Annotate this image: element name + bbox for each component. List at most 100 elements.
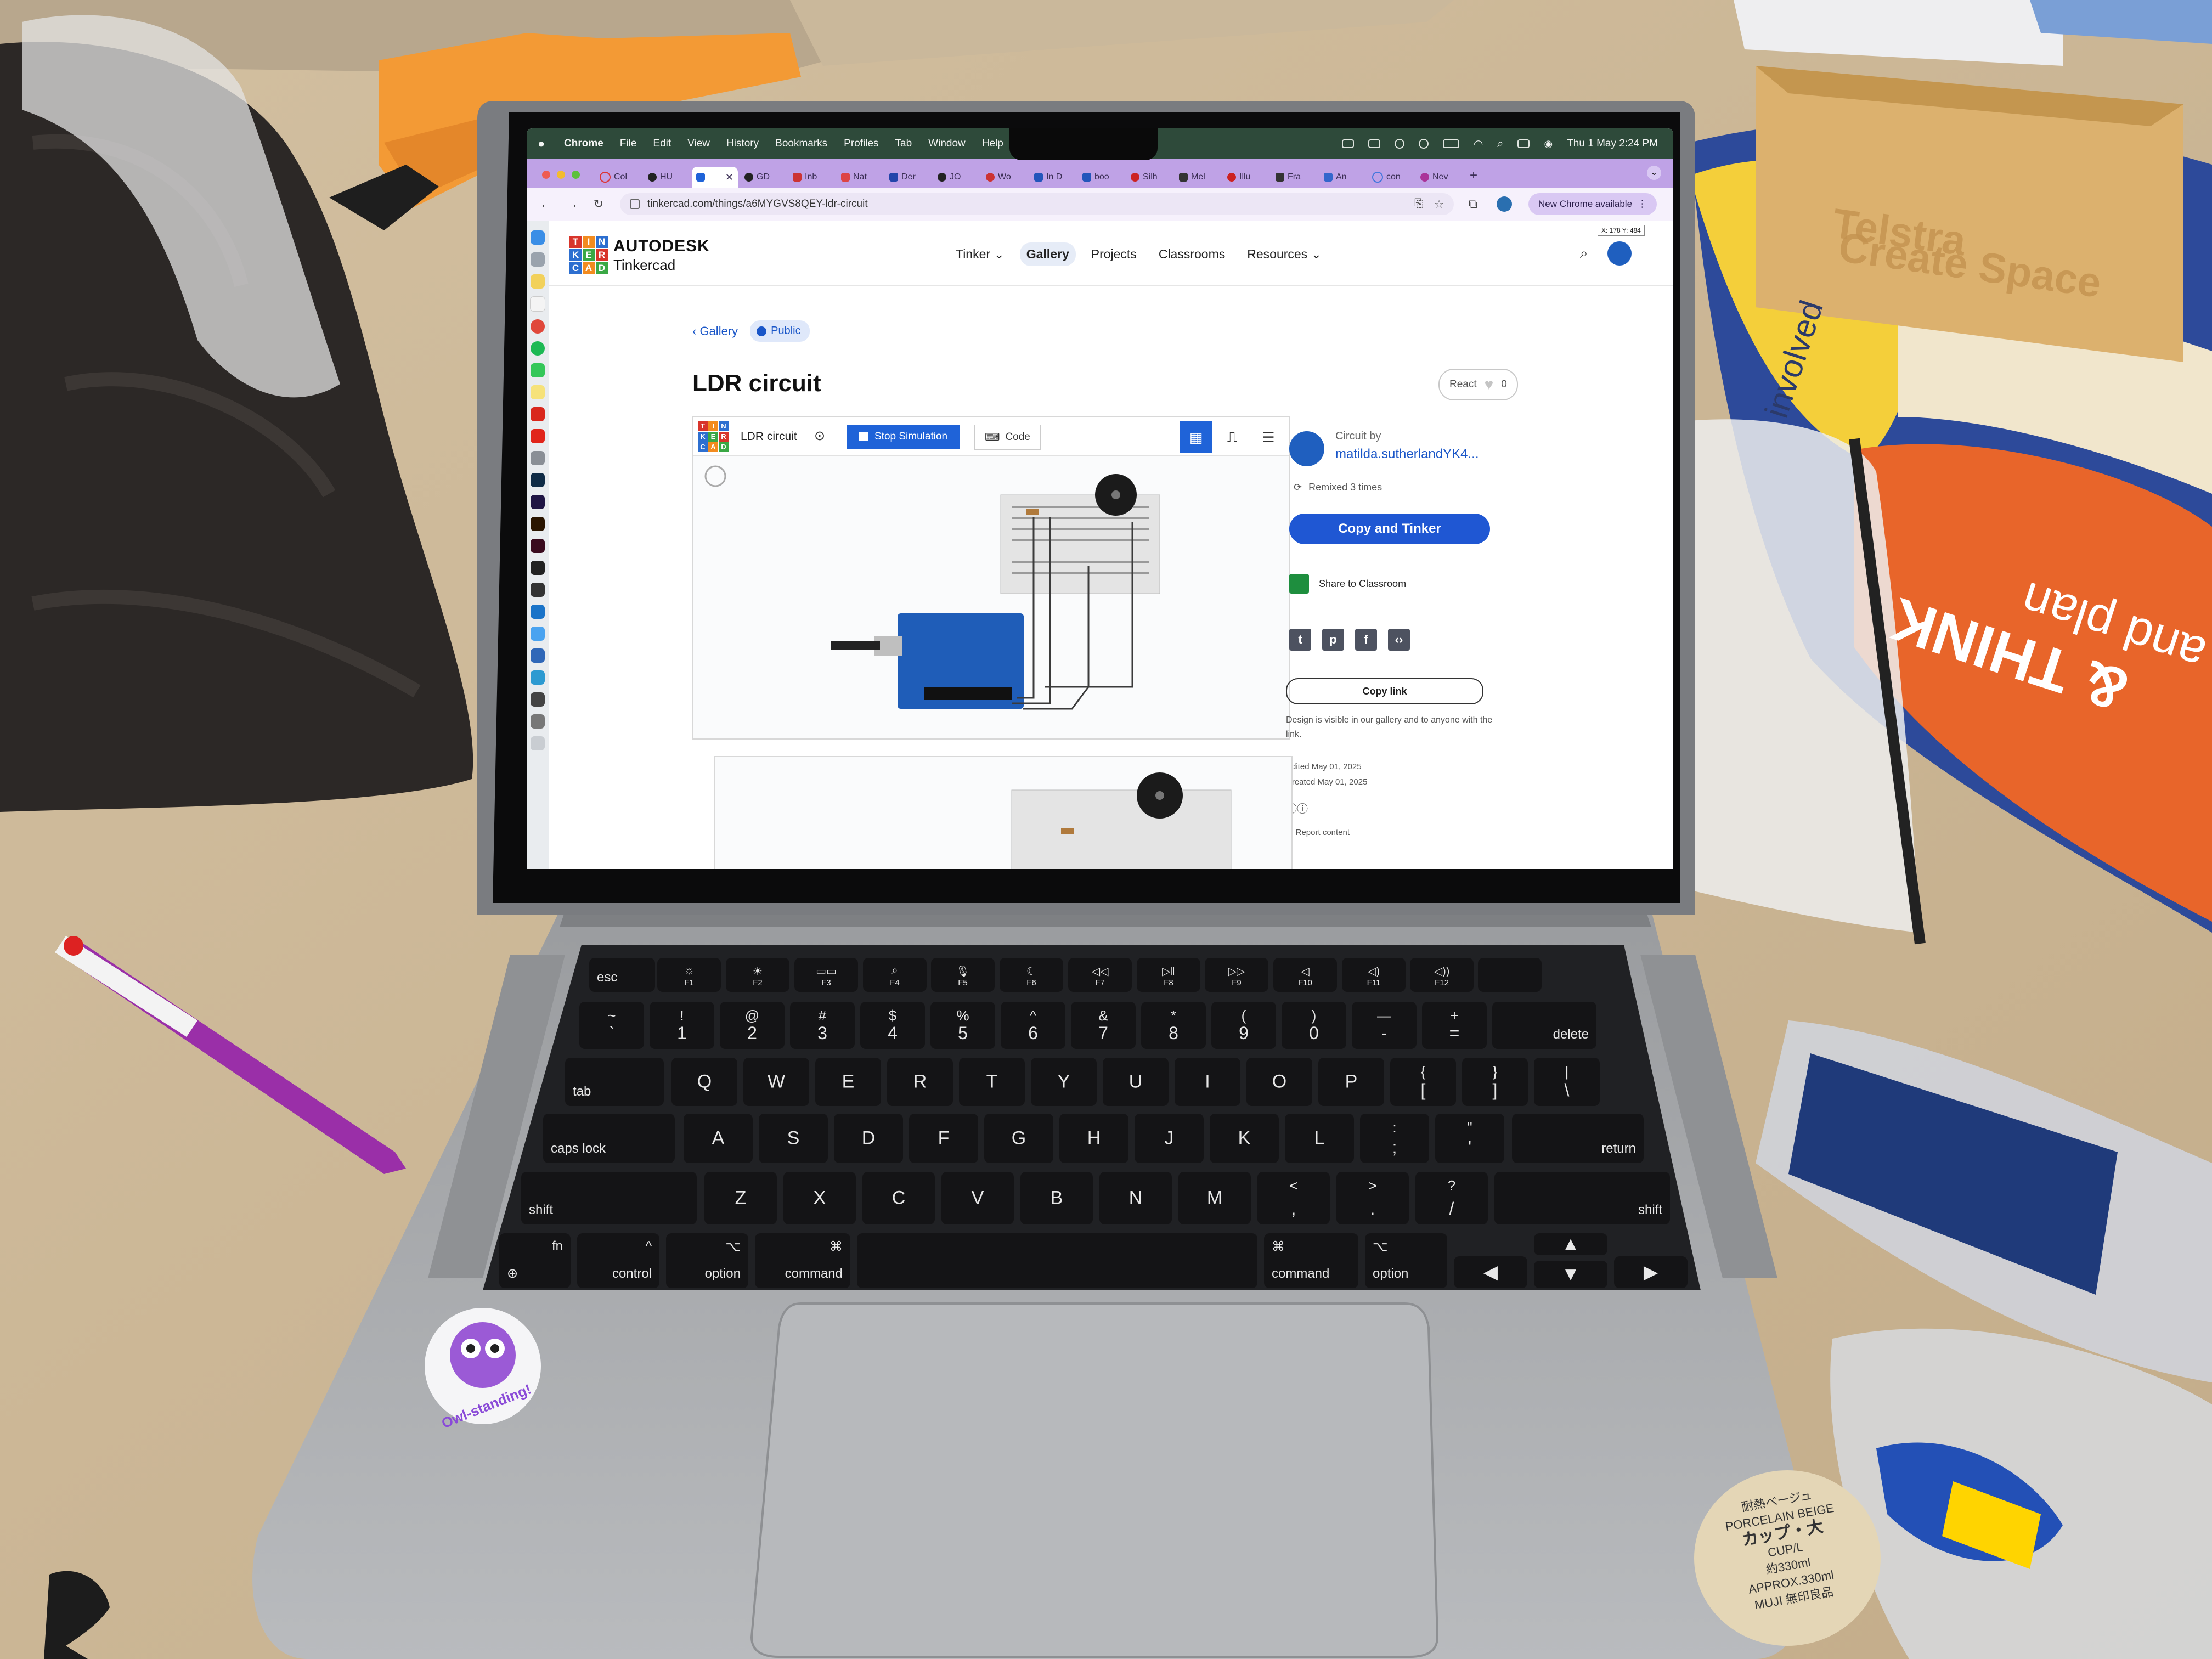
letter-key-a5[interactable]: H — [1059, 1114, 1128, 1163]
bookmark-star-icon[interactable]: ☆ — [1434, 198, 1444, 211]
letter-key-a7[interactable]: K — [1210, 1114, 1279, 1163]
menu-history[interactable]: History — [726, 138, 759, 150]
app-icon[interactable] — [531, 583, 545, 597]
user-avatar[interactable] — [1607, 241, 1632, 266]
punctuation-key-1[interactable]: " ' — [1435, 1114, 1504, 1163]
number-key-11[interactable]: — - — [1352, 1002, 1417, 1049]
chrome-update-button[interactable]: New Chrome available ⋮ — [1528, 193, 1657, 215]
code-button[interactable]: ⌨ Code — [974, 425, 1041, 450]
bracket-key-1[interactable]: }] — [1462, 1058, 1528, 1106]
author-avatar[interactable] — [1289, 431, 1324, 466]
letter-key-z2[interactable]: C — [862, 1172, 935, 1224]
arrow-left-key[interactable]: ◀ — [1454, 1256, 1527, 1288]
number-key-4[interactable]: $4 — [860, 1002, 925, 1049]
trash-icon[interactable] — [531, 736, 545, 751]
apple-icon[interactable]: ● — [538, 137, 552, 151]
escape-key[interactable]: esc — [589, 958, 655, 992]
browser-tab[interactable]: Der — [885, 167, 931, 188]
acrobat-icon[interactable] — [531, 407, 545, 421]
nav-gallery[interactable]: Gallery — [1019, 242, 1076, 266]
letter-key-z0[interactable]: Z — [704, 1172, 777, 1224]
function-key-f8[interactable]: ▷‖ F8 — [1137, 958, 1200, 992]
punctuation-key-z1[interactable]: >. — [1336, 1172, 1409, 1224]
nav-resources[interactable]: Resources ⌄ — [1240, 242, 1328, 266]
return-key[interactable]: return — [1512, 1114, 1644, 1163]
right-shift-key[interactable]: shift — [1494, 1172, 1670, 1224]
menu-bookmarks[interactable]: Bookmarks — [775, 138, 827, 150]
copy-link-button[interactable]: Copy link — [1286, 678, 1483, 704]
letter-key-z6[interactable]: M — [1178, 1172, 1251, 1224]
messages-icon[interactable] — [531, 363, 545, 377]
letter-key-a1[interactable]: S — [759, 1114, 828, 1163]
letter-key-4[interactable]: T — [959, 1058, 1025, 1106]
left-shift-key[interactable]: shift — [521, 1172, 697, 1224]
punctuation-key-z2[interactable]: ? / — [1415, 1172, 1488, 1224]
number-key-5[interactable]: % 5 — [930, 1002, 995, 1049]
letter-key-z3[interactable]: V — [941, 1172, 1014, 1224]
public-badge[interactable]: Public — [750, 320, 810, 342]
tinkercad-logo[interactable]: T I N K E R C A D — [569, 236, 608, 274]
number-key-6[interactable]: ^ 6 — [1001, 1002, 1065, 1049]
more-menu-icon[interactable]: ⋮ — [1638, 199, 1647, 210]
back-arrow-icon[interactable]: ← — [539, 197, 553, 211]
right-command-key[interactable]: ⌘ command — [1264, 1233, 1358, 1288]
nav-projects[interactable]: Projects — [1085, 242, 1143, 266]
number-key-0[interactable]: ~ ` — [579, 1002, 644, 1049]
facebook-icon[interactable]: f — [1355, 629, 1377, 651]
browser-tab[interactable]: Illu — [1223, 167, 1269, 188]
status-clock-icon[interactable] — [1418, 139, 1429, 149]
browser-tab[interactable]: Silh — [1126, 167, 1172, 188]
second-circuit-preview[interactable] — [714, 756, 1293, 869]
number-key-12[interactable]: + = — [1422, 1002, 1487, 1049]
after-effects-icon[interactable] — [531, 495, 545, 509]
calendar-icon[interactable] — [530, 296, 545, 312]
browser-tab[interactable]: Nev — [1416, 167, 1462, 188]
space-bar[interactable] — [857, 1233, 1257, 1288]
browser-tab[interactable]: In D — [1030, 167, 1076, 188]
menu-window[interactable]: Window — [928, 138, 966, 150]
menu-profiles[interactable]: Profiles — [844, 138, 878, 150]
launchpad-icon[interactable] — [531, 252, 545, 267]
adobe-icon[interactable] — [531, 429, 545, 443]
tab-close-icon[interactable]: ✕ — [725, 172, 733, 183]
pinterest-icon[interactable]: p — [1322, 629, 1344, 651]
tab-key[interactable]: tab — [565, 1058, 664, 1106]
photoshop-icon[interactable] — [531, 473, 545, 487]
browser-tab[interactable]: GD — [740, 167, 786, 188]
siri-icon[interactable]: ◉ — [1544, 138, 1553, 150]
function-key-f1[interactable]: ☼ F1 — [657, 958, 721, 992]
punctuation-key-z0[interactable]: <, — [1257, 1172, 1330, 1224]
app-icon[interactable] — [531, 670, 545, 685]
letter-key-7[interactable]: I — [1175, 1058, 1240, 1106]
menu-help[interactable]: Help — [982, 138, 1003, 150]
reload-icon[interactable]: ↻ — [591, 197, 606, 211]
status-window-icon[interactable] — [1368, 139, 1380, 148]
letter-key-2[interactable]: E — [815, 1058, 881, 1106]
browser-tab[interactable]: Wo — [981, 167, 1028, 188]
brand-tinkercad[interactable]: Tinkercad — [613, 257, 675, 274]
bracket-key-0[interactable]: {[ — [1390, 1058, 1456, 1106]
stop-simulation-button[interactable]: Stop Simulation — [847, 425, 960, 449]
function-key-f4[interactable]: ⌕ F4 — [863, 958, 927, 992]
browser-tab[interactable]: An — [1319, 167, 1365, 188]
app-icon[interactable] — [531, 692, 545, 707]
delete-key[interactable]: delete — [1492, 1002, 1596, 1049]
arrow-down-key[interactable]: ▼ — [1534, 1261, 1607, 1288]
menu-app-name[interactable]: Chrome — [564, 138, 603, 150]
browser-tab[interactable]: boo — [1078, 167, 1124, 188]
punctuation-key-0[interactable]: :; — [1360, 1114, 1429, 1163]
left-command-key[interactable]: ⌘ command — [755, 1233, 850, 1288]
function-key-f12[interactable]: ◁)) F12 — [1410, 958, 1474, 992]
letter-key-a4[interactable]: G — [984, 1114, 1053, 1163]
app-icon[interactable] — [531, 451, 545, 465]
letter-key-1[interactable]: W — [743, 1058, 809, 1106]
address-bar[interactable]: tinkercad.com/things/a6MYGVS8QEY-ldr-cir… — [620, 193, 1454, 215]
schematic-view-icon[interactable]: ⎍ — [1216, 421, 1249, 453]
browser-tab-active[interactable]: ✕ — [692, 167, 738, 188]
profile-avatar-icon[interactable] — [1497, 196, 1512, 212]
new-tab-icon[interactable]: + — [1470, 168, 1477, 183]
letter-key-a3[interactable]: F — [909, 1114, 978, 1163]
caps-lock-key[interactable]: caps lock — [543, 1114, 675, 1163]
forward-arrow-icon[interactable]: → — [565, 197, 579, 211]
battery-icon[interactable] — [1442, 139, 1459, 148]
